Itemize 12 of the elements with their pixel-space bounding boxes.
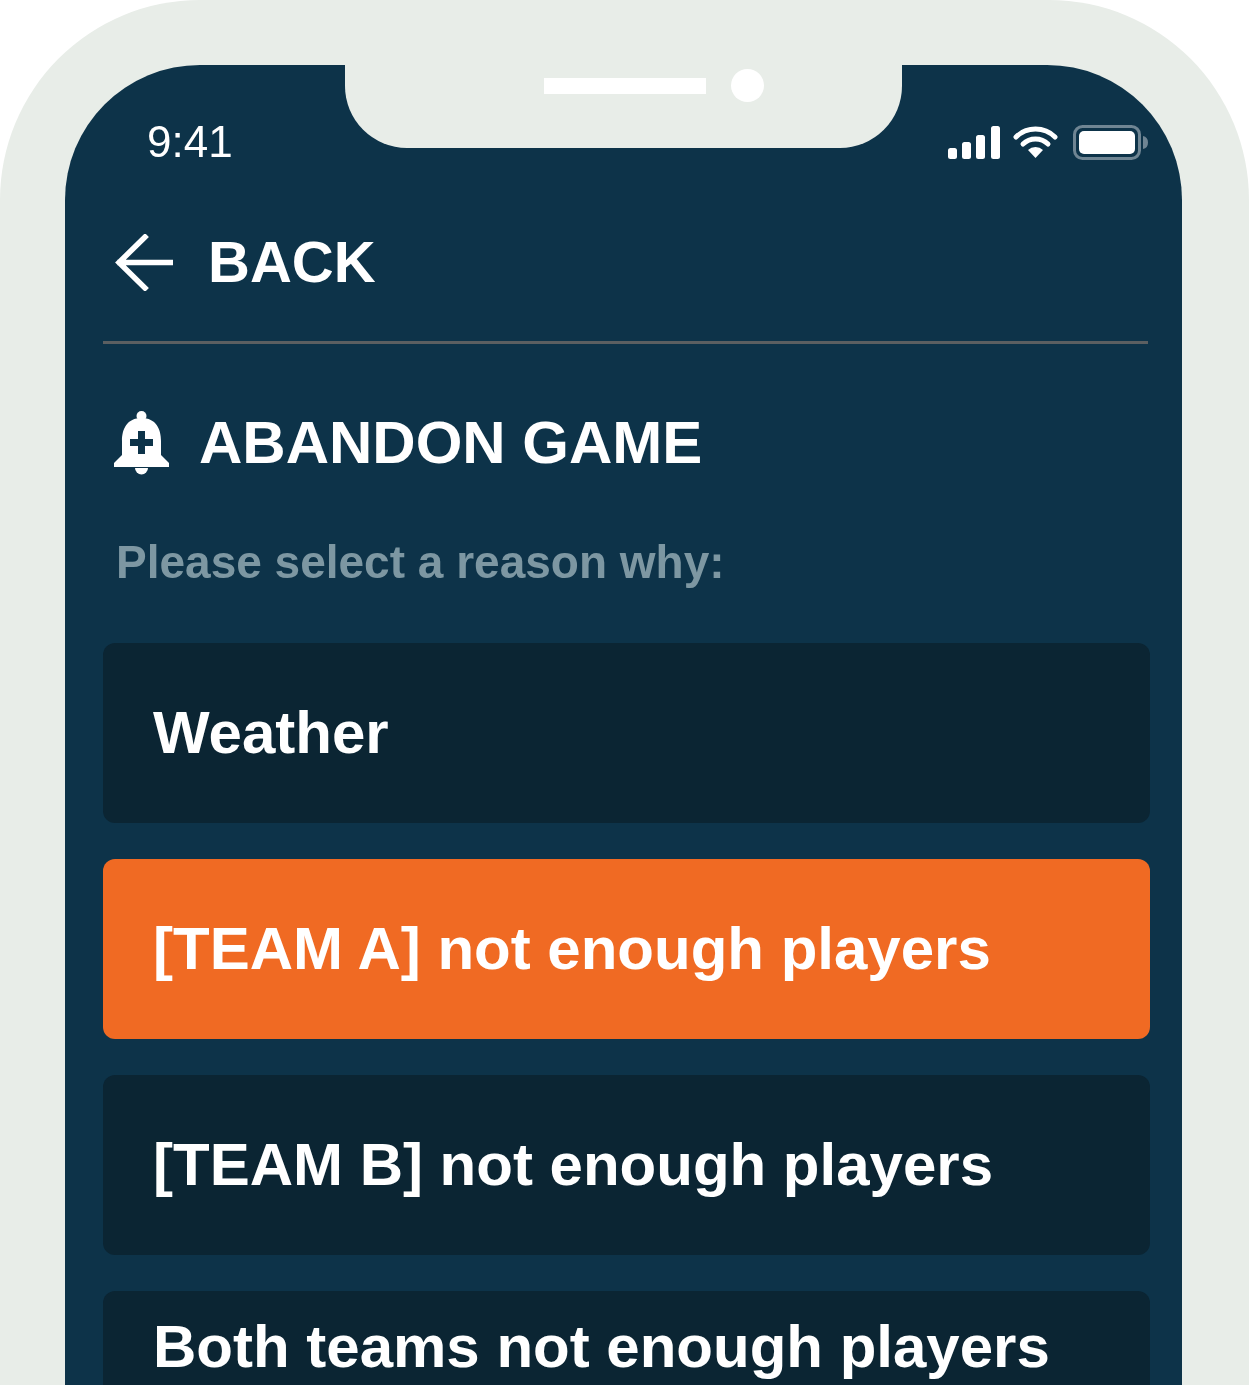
- status-time: 9:41: [147, 120, 233, 164]
- wifi-icon: [1013, 126, 1058, 158]
- bell-plus-icon: [113, 410, 170, 476]
- reason-option[interactable]: [TEAM B] not enough players: [103, 1075, 1150, 1255]
- page-title: ABANDON GAME: [199, 413, 703, 473]
- prompt-text: Please select a reason why:: [116, 535, 725, 590]
- back-button[interactable]: BACK: [115, 219, 376, 305]
- battery-icon: [1073, 124, 1148, 160]
- back-arrow-icon: [115, 233, 173, 291]
- reason-option[interactable]: Both teams not enough players: [103, 1291, 1150, 1385]
- signal-icon: [948, 125, 1000, 159]
- reason-option[interactable]: Weather: [103, 643, 1150, 823]
